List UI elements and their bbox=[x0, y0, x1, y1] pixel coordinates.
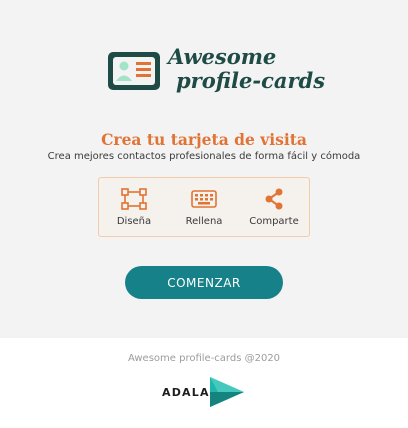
keyboard-icon bbox=[191, 189, 217, 208]
step-design-label: Diseña bbox=[116, 215, 152, 227]
app-logo: Awesome profile-cards bbox=[106, 45, 325, 101]
steps-panel: Diseña Rellena Comparte bbox=[98, 177, 310, 237]
step-fill: Rellena bbox=[172, 188, 236, 227]
logo-line-2: profile-cards bbox=[176, 68, 326, 93]
adalab-triangle-icon bbox=[210, 377, 244, 407]
step-design: Diseña bbox=[102, 187, 166, 227]
step-share: Comparte bbox=[242, 188, 306, 227]
design-object-icon bbox=[121, 187, 147, 210]
adalab-logo[interactable]: ADALAB bbox=[162, 377, 246, 407]
footer-copyright: Awesome profile-cards @2020 bbox=[127, 353, 281, 364]
logo-wordmark: Awesome profile-cards bbox=[168, 45, 325, 93]
id-card-icon bbox=[108, 52, 160, 90]
page-subtitle: Crea mejores contactos profesionales de … bbox=[47, 151, 361, 162]
step-share-label: Comparte bbox=[249, 215, 299, 227]
step-fill-label: Rellena bbox=[185, 215, 223, 227]
hero-section: Awesome profile-cards Crea tu tarjeta de… bbox=[0, 0, 408, 338]
share-icon bbox=[265, 188, 283, 209]
start-button[interactable]: COMENZAR bbox=[125, 266, 283, 299]
page-title: Crea tu tarjeta de visita bbox=[101, 130, 307, 149]
logo-line-1: Awesome bbox=[168, 44, 277, 69]
